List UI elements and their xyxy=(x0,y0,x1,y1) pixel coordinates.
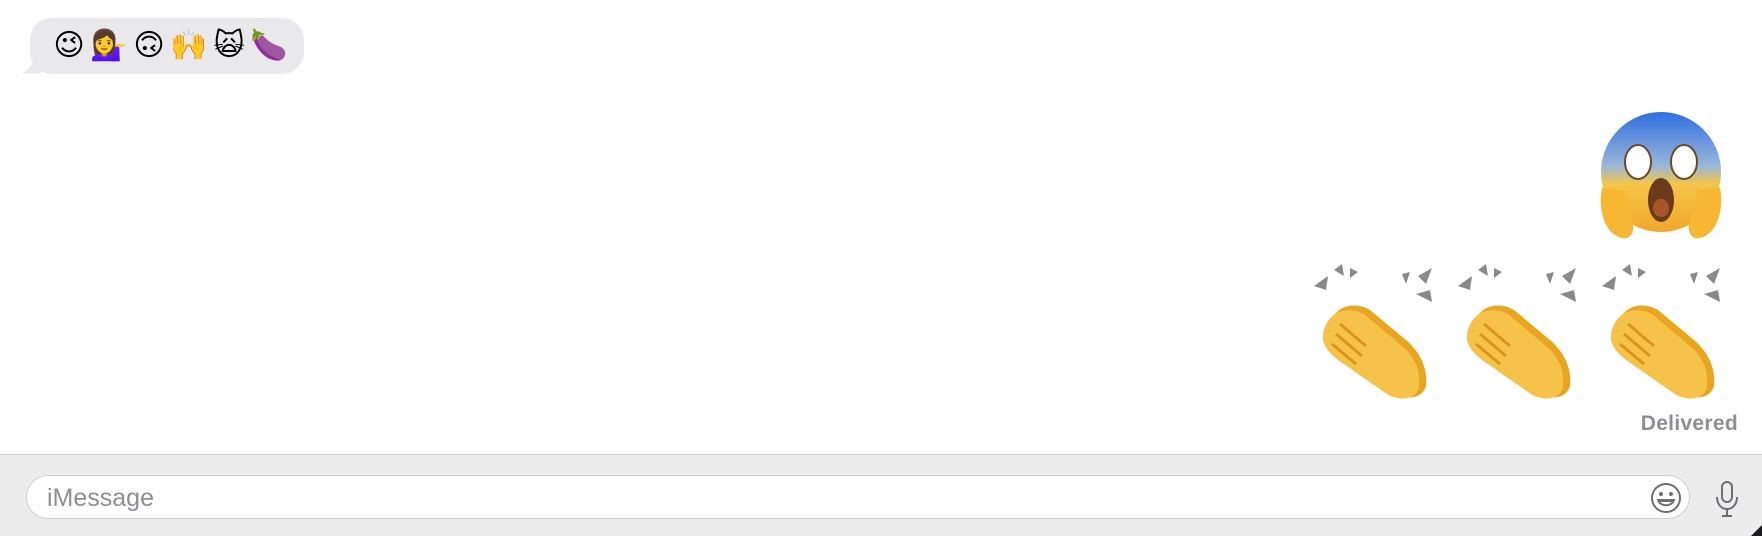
message-composer xyxy=(0,454,1762,536)
messages-window: 😉 💁‍♀️ 🙃 🙌 🙀 🍆 xyxy=(0,0,1762,536)
clapping-hands-icon xyxy=(1314,264,1432,399)
message-input[interactable] xyxy=(45,476,1609,520)
clapping-hands-icon xyxy=(1458,264,1576,399)
winking-face-emoji: 😉 xyxy=(53,28,85,63)
raising-hands-emoji: 🙌 xyxy=(170,28,208,63)
microphone-icon[interactable] xyxy=(1712,479,1742,519)
person-tipping-hand-emoji: 💁‍♀️ xyxy=(90,28,128,63)
window-resize-corner[interactable] xyxy=(1750,525,1762,536)
clapping-hands-icon xyxy=(1602,264,1720,399)
incoming-message-bubble[interactable]: 😉 💁‍♀️ 🙃 🙌 🙀 🍆 xyxy=(30,18,304,74)
clapping-hands-message[interactable] xyxy=(1310,264,1728,400)
delivery-status: Delivered xyxy=(1640,412,1738,435)
message-input-container[interactable] xyxy=(26,475,1690,520)
eggplant-emoji: 🍆 xyxy=(250,28,288,63)
upside-down-face-emoji: 🙃 xyxy=(133,28,165,63)
conversation-transcript[interactable]: 😉 💁‍♀️ 🙃 🙌 🙀 🍆 xyxy=(0,0,1762,454)
weary-cat-emoji: 🙀 xyxy=(213,28,245,63)
face-screaming-in-fear-icon[interactable] xyxy=(1596,108,1726,244)
smiley-face-icon[interactable] xyxy=(1649,481,1683,515)
